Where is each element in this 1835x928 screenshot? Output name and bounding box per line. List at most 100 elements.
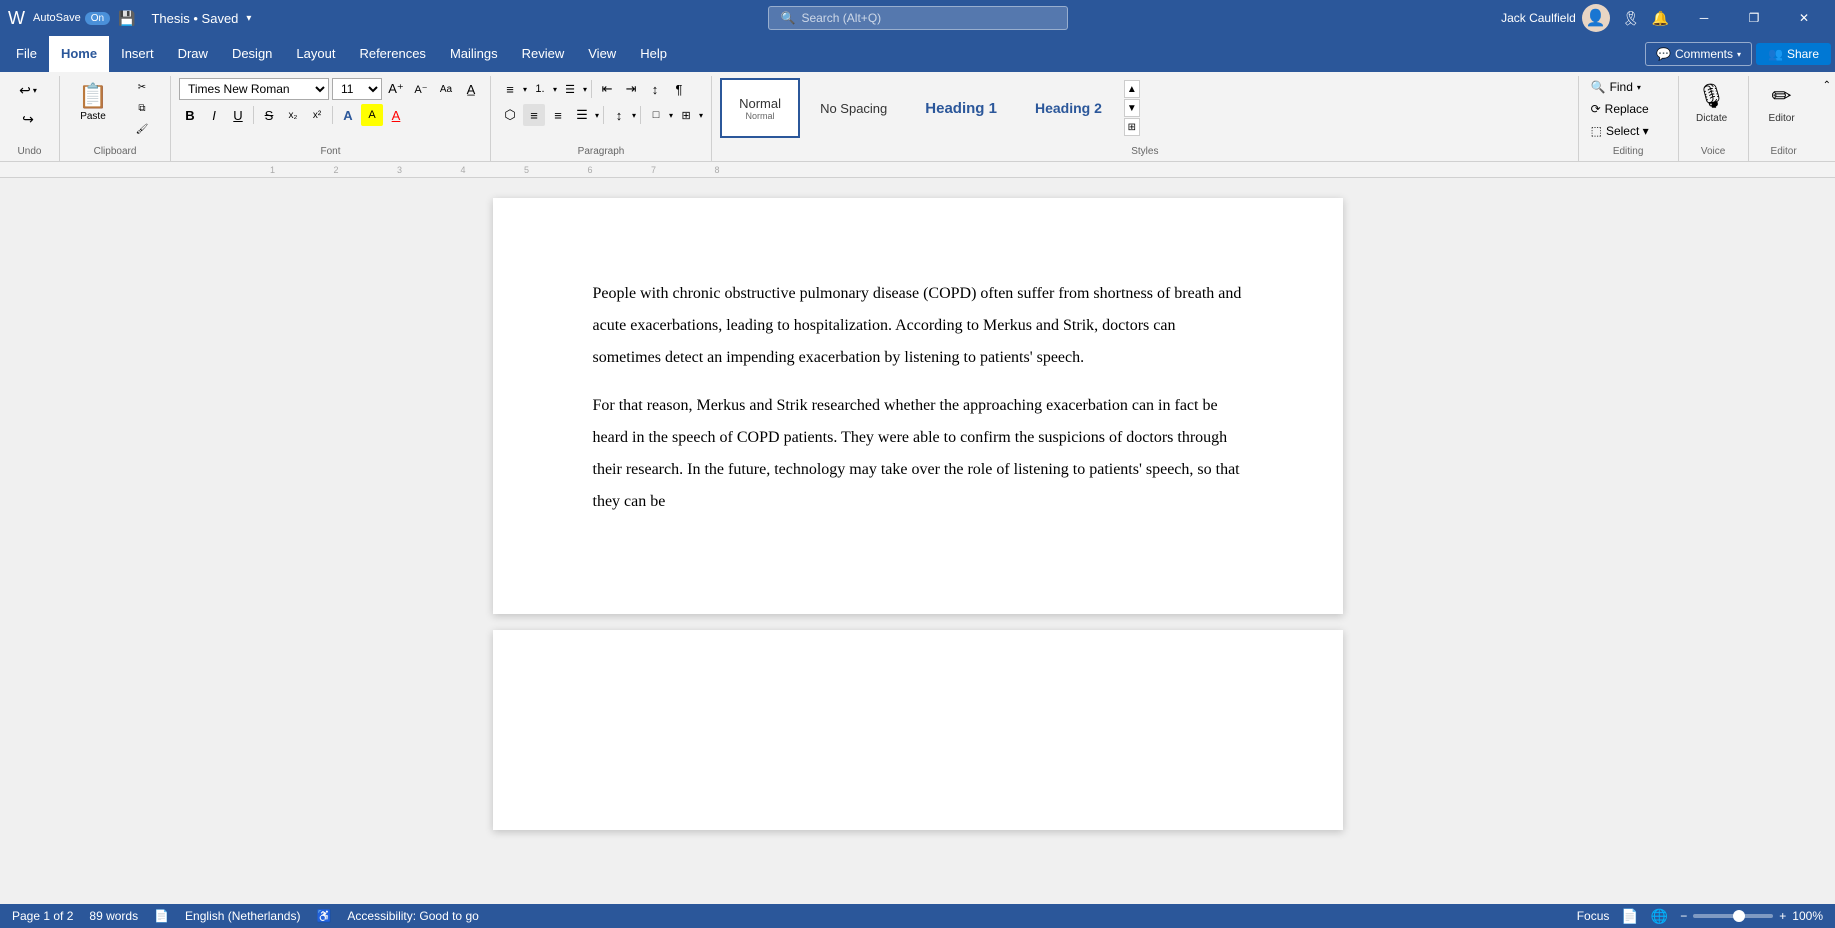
save-icon[interactable]: 💾 bbox=[118, 10, 135, 27]
print-layout-icon[interactable]: 📄 bbox=[1621, 908, 1638, 925]
find-icon: 🔍 bbox=[1591, 80, 1606, 94]
shrink-font-button[interactable]: A⁻ bbox=[410, 78, 432, 100]
increase-indent-button[interactable]: ⇥ bbox=[620, 78, 642, 100]
replace-button[interactable]: ⟳ Replace bbox=[1587, 100, 1653, 118]
multilevel-button[interactable]: ☰ bbox=[559, 78, 581, 100]
select-button[interactable]: ⬚ Select ▾ bbox=[1587, 122, 1653, 140]
share-button[interactable]: 👥 Share bbox=[1756, 43, 1831, 65]
font-name-select[interactable]: Times New Roman bbox=[179, 78, 329, 100]
font-color-button[interactable]: A bbox=[385, 104, 407, 126]
menu-view[interactable]: View bbox=[576, 36, 628, 72]
ribbon-collapse-button[interactable]: ⌃ bbox=[1819, 76, 1835, 161]
menu-design[interactable]: Design bbox=[220, 36, 284, 72]
close-button[interactable]: ✕ bbox=[1781, 0, 1827, 36]
grow-font-button[interactable]: A⁺ bbox=[385, 78, 407, 100]
sort-button[interactable]: ↕ bbox=[644, 78, 666, 100]
cut-button[interactable]: ✂ bbox=[122, 78, 162, 97]
menu-draw[interactable]: Draw bbox=[166, 36, 220, 72]
align-left-button[interactable]: ⬡ bbox=[499, 104, 521, 126]
focus-button[interactable]: Focus bbox=[1577, 909, 1610, 923]
minimize-button[interactable]: ─ bbox=[1681, 0, 1727, 36]
style-no-spacing[interactable]: No Spacing bbox=[802, 78, 905, 138]
title-dropdown-icon[interactable]: ▾ bbox=[246, 13, 251, 24]
menu-references[interactable]: References bbox=[347, 36, 437, 72]
dictate-button[interactable]: 🎙 Dictate bbox=[1687, 78, 1737, 128]
strikethrough-button[interactable]: S bbox=[258, 104, 280, 126]
comments-button[interactable]: 💬 Comments ▾ bbox=[1645, 42, 1752, 66]
shading-dropdown[interactable]: ▾ bbox=[669, 111, 673, 120]
subscript-button[interactable]: x₂ bbox=[282, 104, 304, 126]
find-button[interactable]: 🔍 Find ▾ bbox=[1587, 78, 1645, 96]
menu-mailings[interactable]: Mailings bbox=[438, 36, 510, 72]
web-layout-icon[interactable]: 🌐 bbox=[1651, 908, 1668, 925]
ribbon-icon[interactable]: 🎗 bbox=[1622, 10, 1640, 27]
editor-button[interactable]: ✏ Editor bbox=[1757, 78, 1807, 128]
find-dropdown[interactable]: ▾ bbox=[1637, 83, 1641, 92]
language-icon: 📄 bbox=[154, 909, 169, 923]
justify-button[interactable]: ☰ bbox=[571, 104, 593, 126]
style-heading1[interactable]: Heading 1 bbox=[907, 78, 1015, 138]
superscript-button[interactable]: x² bbox=[306, 104, 328, 126]
underline-button[interactable]: U bbox=[227, 104, 249, 126]
multilevel-dropdown[interactable]: ▾ bbox=[583, 85, 587, 94]
doc-area[interactable]: People with chronic obstructive pulmonar… bbox=[0, 178, 1835, 904]
replace-label: Replace bbox=[1605, 102, 1649, 116]
text-effects-button[interactable]: A bbox=[337, 104, 359, 126]
pilcrow-button[interactable]: ¶ bbox=[668, 78, 690, 100]
style-heading2[interactable]: Heading 2 bbox=[1017, 78, 1120, 138]
style-normal[interactable]: Normal Normal bbox=[720, 78, 800, 138]
menu-layout[interactable]: Layout bbox=[284, 36, 347, 72]
format-painter-button[interactable]: 🖌 bbox=[122, 120, 162, 139]
shading-button[interactable]: □ bbox=[645, 104, 667, 126]
numbering-button[interactable]: 1. bbox=[529, 78, 551, 100]
bullets-dropdown[interactable]: ▾ bbox=[523, 85, 527, 94]
search-box[interactable]: 🔍 bbox=[768, 6, 1068, 30]
menu-insert[interactable]: Insert bbox=[109, 36, 166, 72]
highlight-button[interactable]: A bbox=[361, 104, 383, 126]
bullets-button[interactable]: ≡ bbox=[499, 78, 521, 100]
align-right-button[interactable]: ≡ bbox=[547, 104, 569, 126]
paragraph-1[interactable]: People with chronic obstructive pulmonar… bbox=[593, 278, 1243, 374]
restore-button[interactable]: ❐ bbox=[1731, 0, 1777, 36]
clear-format-button[interactable]: A̲ bbox=[460, 78, 482, 100]
autosave-toggle[interactable]: On bbox=[85, 12, 110, 25]
title-bar-left: W AutoSave On 💾 Thesis • Saved ▾ bbox=[8, 8, 459, 29]
justify-dropdown[interactable]: ▾ bbox=[595, 111, 599, 120]
styles-scroll-up[interactable]: ▲ bbox=[1124, 80, 1140, 98]
page-1-content[interactable]: People with chronic obstructive pulmonar… bbox=[593, 278, 1243, 518]
change-case-button[interactable]: Aa bbox=[435, 78, 457, 100]
copy-button[interactable]: ⧉ bbox=[122, 99, 162, 118]
undo-dropdown-icon: ▾ bbox=[33, 86, 37, 95]
styles-list: Normal Normal No Spacing Heading 1 Headi… bbox=[720, 78, 1120, 142]
comments-label: Comments bbox=[1675, 47, 1733, 61]
title-bar-center: 🔍 bbox=[467, 6, 1369, 30]
bold-button[interactable]: B bbox=[179, 104, 201, 126]
menu-review[interactable]: Review bbox=[510, 36, 577, 72]
align-center-button[interactable]: ≡ bbox=[523, 104, 545, 126]
linespacing-dropdown[interactable]: ▾ bbox=[632, 111, 636, 120]
styles-scroll-down[interactable]: ▼ bbox=[1124, 99, 1140, 117]
paragraph-2[interactable]: For that reason, Merkus and Strik resear… bbox=[593, 390, 1243, 518]
menu-home[interactable]: Home bbox=[49, 36, 109, 72]
decrease-indent-button[interactable]: ⇤ bbox=[596, 78, 618, 100]
styles-expand-button[interactable]: ⊞ bbox=[1124, 118, 1140, 136]
notifications-icon[interactable]: 🔔 bbox=[1652, 10, 1669, 27]
zoom-out-button[interactable]: − bbox=[1680, 909, 1687, 923]
line-spacing-button[interactable]: ↕ bbox=[608, 104, 630, 126]
menu-file[interactable]: File bbox=[4, 36, 49, 72]
menu-help[interactable]: Help bbox=[628, 36, 679, 72]
redo-button[interactable]: ↪ bbox=[8, 107, 48, 132]
zoom-in-button[interactable]: + bbox=[1779, 909, 1786, 923]
search-input[interactable] bbox=[801, 11, 1054, 25]
zoom-slider[interactable] bbox=[1693, 914, 1773, 918]
undo-button[interactable]: ↩ ▾ bbox=[8, 78, 48, 103]
borders-button[interactable]: ⊞ bbox=[675, 104, 697, 126]
ruler: 1 2 3 4 5 6 7 8 bbox=[0, 162, 1835, 178]
numbering-dropdown[interactable]: ▾ bbox=[553, 85, 557, 94]
italic-button[interactable]: I bbox=[203, 104, 225, 126]
paste-button[interactable]: 📋 Paste bbox=[68, 78, 118, 126]
styles-scroll: ▲ ▼ ⊞ bbox=[1122, 78, 1142, 142]
borders-dropdown[interactable]: ▾ bbox=[699, 111, 703, 120]
font-size-select[interactable]: 11 bbox=[332, 78, 382, 100]
clipboard-content: 📋 Paste ✂ ⧉ 🖌 bbox=[68, 76, 162, 144]
